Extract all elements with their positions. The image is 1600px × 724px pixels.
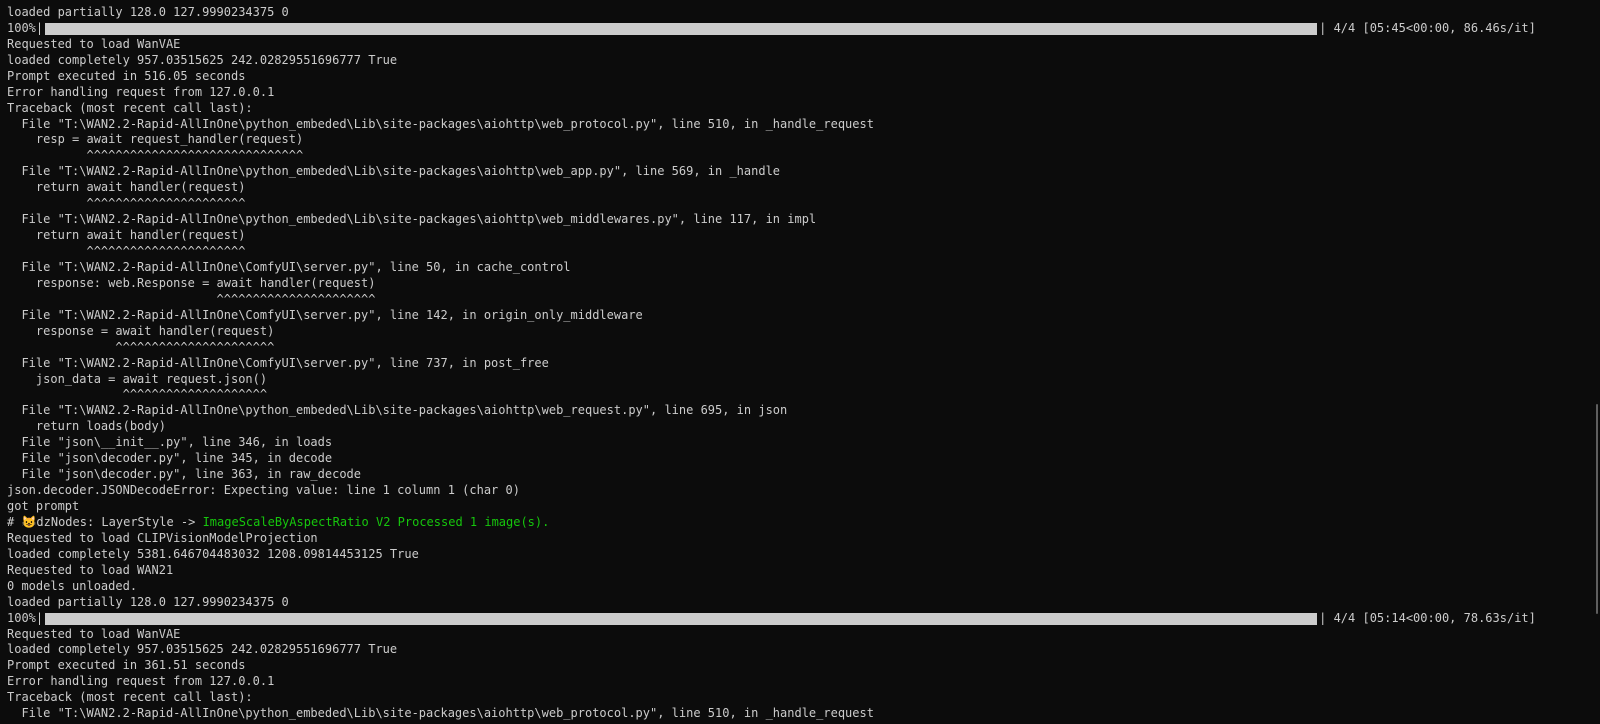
log-line: Prompt executed in 516.05 seconds (7, 68, 246, 83)
progress-stats: | 4/4 [05:14<00:00, 78.63s/it] (1319, 610, 1536, 625)
log-line: Error handling request from 127.0.0.1 (7, 674, 275, 689)
log-prefix: # (7, 514, 22, 529)
progress-percent: 100%| (7, 20, 44, 35)
log-line: loaded partially 128.0 127.9990234375 0 (7, 594, 289, 609)
log-line: json.decoder.JSONDecodeError: Expecting … (7, 483, 520, 498)
log-line: File "T:\WAN2.2-Rapid-AllInOne\python_em… (7, 212, 817, 227)
log-line: response: web.Response = await handler(r… (7, 275, 376, 290)
log-line: File "T:\WAN2.2-Rapid-AllInOne\ComfyUI\s… (7, 307, 643, 322)
log-line: File "json\__init__.py", line 346, in lo… (7, 435, 333, 450)
log-line: File "T:\WAN2.2-Rapid-AllInOne\ComfyUI\s… (7, 355, 549, 370)
log-line: ^^^^^^^^^^^^^^^^^^^^^^ (7, 339, 275, 354)
log-node-name: dzNodes: LayerStyle -> (36, 514, 203, 529)
log-line: ^^^^^^^^^^^^^^^^^^^^^^ (7, 291, 376, 306)
log-line: File "T:\WAN2.2-Rapid-AllInOne\python_em… (7, 164, 781, 179)
log-line: ^^^^^^^^^^^^^^^^^^^^^^ (7, 196, 246, 211)
cat-emoji-icon: 😺 (21, 514, 37, 529)
log-line: response = await handler(request) (7, 323, 275, 338)
progress-bar (45, 612, 1318, 625)
log-line: File "T:\WAN2.2-Rapid-AllInOne\ComfyUI\s… (7, 259, 571, 274)
log-success-message: ImageScaleByAspectRatio V2 Processed 1 i… (202, 514, 550, 529)
progress-line: 100%| | 4/4 [05:45<00:00, 86.46s/it] (7, 21, 1567, 37)
log-line: ^^^^^^^^^^^^^^^^^^^^ (7, 387, 268, 402)
log-line-layerstyle: # 😺dzNodes: LayerStyle -> ImageScaleByAs… (7, 515, 1567, 531)
log-line: got prompt (7, 499, 80, 513)
log-line: 0 models unloaded. (7, 578, 138, 593)
log-line: return loads(body) (7, 419, 166, 434)
log-line: json_data = await request.json() (7, 371, 268, 386)
progress-percent: 100%| (7, 610, 44, 625)
log-line: File "T:\WAN2.2-Rapid-AllInOne\python_em… (7, 706, 874, 721)
log-line: Error handling request from 127.0.0.1 (7, 84, 275, 99)
log-line: return await handler(request) (7, 180, 246, 195)
log-line: loaded completely 5381.646704483032 1208… (7, 546, 419, 561)
log-line: loaded completely 957.03515625 242.02829… (7, 52, 398, 67)
terminal-output: 0 models unloaded.loaded partially 128.0… (7, 0, 1567, 722)
log-line: Requested to load CLIPVisionModelProject… (7, 530, 318, 545)
progress-bar-fill (45, 22, 1318, 35)
log-line: loaded partially 128.0 127.9990234375 0 (7, 4, 289, 19)
log-line: File "T:\WAN2.2-Rapid-AllInOne\python_em… (7, 116, 874, 131)
log-line: loaded completely 957.03515625 242.02829… (7, 642, 398, 657)
log-line: Traceback (most recent call last): (7, 690, 253, 705)
progress-line: 100%| | 4/4 [05:14<00:00, 78.63s/it] (7, 611, 1567, 627)
log-line: File "json\decoder.py", line 363, in raw… (7, 467, 362, 482)
progress-stats: | 4/4 [05:45<00:00, 86.46s/it] (1319, 20, 1536, 35)
log-line: ^^^^^^^^^^^^^^^^^^^^^^ (7, 244, 246, 258)
log-line: return await handler(request) (7, 228, 246, 243)
log-line: Requested to load WAN21 (7, 562, 174, 577)
log-line: Traceback (most recent call last): (7, 100, 253, 115)
progress-bar (45, 22, 1318, 35)
progress-bar-fill (45, 612, 1318, 625)
vertical-scrollbar[interactable] (1591, 0, 1600, 724)
terminal-window[interactable]: 0 models unloaded.loaded partially 128.0… (0, 0, 1600, 724)
log-line: File "json\decoder.py", line 345, in dec… (7, 451, 333, 466)
log-line: Requested to load WanVAE (7, 36, 181, 51)
log-line: Prompt executed in 361.51 seconds (7, 658, 246, 673)
scrollbar-thumb[interactable] (1596, 404, 1598, 614)
log-line: ^^^^^^^^^^^^^^^^^^^^^^^^^^^^^^ (7, 148, 304, 163)
log-line: Requested to load WanVAE (7, 626, 181, 641)
log-line: File "T:\WAN2.2-Rapid-AllInOne\python_em… (7, 403, 788, 418)
log-line: resp = await request_handler(request) (7, 132, 304, 147)
